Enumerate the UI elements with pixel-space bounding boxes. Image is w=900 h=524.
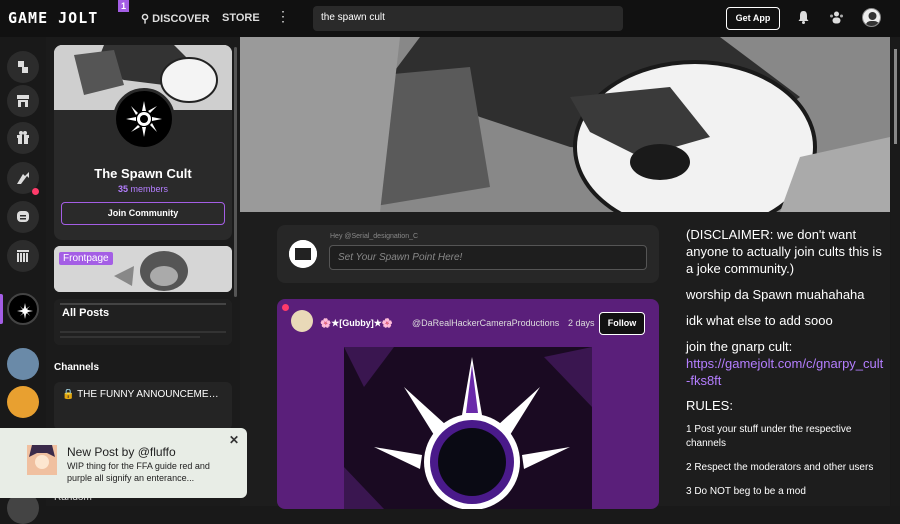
get-app-button[interactable]: Get App bbox=[726, 7, 780, 30]
top-bar: GAME JOLT 1 ⚲ DISCOVER STORE ⋮ the spawn… bbox=[0, 0, 900, 37]
channel-all-posts[interactable]: All Posts bbox=[54, 299, 232, 345]
join-community-button[interactable]: Join Community bbox=[61, 202, 225, 225]
channel-frontpage[interactable]: Frontpage bbox=[54, 246, 232, 292]
post-header: 🌸★[Gubby]★🌸 @DaRealHackerCameraProductio… bbox=[277, 299, 659, 345]
side-panel-scrollbar[interactable] bbox=[234, 47, 237, 297]
post-author-name[interactable]: 🌸★[Gubby]★🌸 bbox=[320, 318, 393, 329]
game-jolt-logo[interactable]: GAME JOLT bbox=[8, 9, 98, 27]
funny-announcements-label: 🔒 THE FUNNY ANNOUNCEMEN… bbox=[62, 389, 224, 400]
about-disclaimer: (DISCLAIMER: we don't want anyone to act… bbox=[686, 227, 882, 276]
community-banner bbox=[240, 37, 890, 212]
main-scrollbar-thumb[interactable] bbox=[894, 49, 897, 144]
chat-icon bbox=[17, 211, 29, 222]
rule-2: 2 Respect the moderators and other users bbox=[686, 462, 874, 473]
rail-community-2[interactable] bbox=[7, 348, 39, 380]
post-unread-dot bbox=[282, 304, 289, 311]
compose-box: Hey @Serial_designation_C Set Your Spawn… bbox=[277, 225, 659, 283]
user-avatar[interactable] bbox=[862, 8, 881, 27]
search-input[interactable]: the spawn cult bbox=[313, 6, 623, 31]
channels-heading: Channels bbox=[54, 362, 100, 373]
toast-avatar bbox=[27, 445, 57, 475]
quests-notification-dot bbox=[32, 188, 39, 195]
about-rules-heading: RULES: bbox=[686, 398, 733, 413]
community-description: (DISCLAIMER: we don't want anyone to act… bbox=[686, 226, 886, 509]
post-author-handle[interactable]: @DaRealHackerCameraProductions bbox=[412, 318, 559, 328]
bell-icon[interactable] bbox=[798, 11, 809, 24]
compose-user-avatar bbox=[289, 240, 317, 268]
about-worship: worship da Spawn muahahaha bbox=[686, 287, 865, 302]
spawn-star-icon bbox=[17, 303, 33, 319]
follow-button[interactable]: Follow bbox=[599, 312, 645, 335]
discover-link[interactable]: ⚲ DISCOVER bbox=[141, 12, 210, 25]
post-image[interactable] bbox=[344, 347, 592, 509]
store-icon bbox=[17, 95, 29, 107]
community-card: The Spawn Cult 35 members Join Community bbox=[54, 45, 232, 240]
new-post-toast[interactable]: New Post by @fluffo WIP thing for the FF… bbox=[0, 428, 247, 498]
rail-chat-button[interactable] bbox=[7, 201, 39, 233]
toast-body: WIP thing for the FFA guide red and purp… bbox=[67, 461, 210, 483]
all-posts-thumbnail bbox=[54, 299, 232, 345]
rail-library-button[interactable] bbox=[7, 240, 39, 272]
rail-home-button[interactable] bbox=[7, 51, 39, 83]
community-icon bbox=[113, 88, 175, 150]
community-name: The Spawn Cult bbox=[94, 166, 192, 181]
toast-title: New Post by @fluffo bbox=[67, 445, 176, 459]
quests-icon bbox=[17, 172, 29, 184]
post-timestamp: 2 days bbox=[568, 318, 595, 328]
rail-community-3[interactable] bbox=[7, 386, 39, 418]
logo-badge: 1 bbox=[118, 0, 129, 12]
friends-icon[interactable] bbox=[829, 11, 844, 24]
post-author-avatar[interactable] bbox=[291, 310, 313, 332]
about-gnarp: join the gnarp cult: https://gamejolt.com… bbox=[686, 339, 884, 388]
all-posts-label: All Posts bbox=[62, 307, 110, 319]
frontpage-label: Frontpage bbox=[59, 252, 113, 265]
home-icon bbox=[18, 61, 28, 73]
rule-3: 3 Do NOT beg to be a mod bbox=[686, 486, 806, 497]
gift-icon bbox=[17, 131, 29, 144]
store-link[interactable]: STORE bbox=[222, 12, 260, 24]
library-icon bbox=[17, 250, 29, 262]
rule-1: 1 Post your stuff under the respective c… bbox=[686, 424, 852, 449]
rail-store-button[interactable] bbox=[7, 85, 39, 117]
compose-greeting: Hey @Serial_designation_C bbox=[330, 233, 419, 240]
channel-funny-announcements[interactable]: 🔒 THE FUNNY ANNOUNCEMEN… bbox=[54, 382, 232, 430]
close-icon[interactable]: ✕ bbox=[229, 433, 239, 447]
about-idk: idk what else to add sooo bbox=[686, 313, 833, 328]
main-scrollbar[interactable] bbox=[891, 37, 900, 506]
rail-gift-button[interactable] bbox=[7, 122, 39, 154]
rail-spawn-cult-community[interactable] bbox=[7, 293, 39, 325]
community-member-count: 35 members bbox=[117, 184, 169, 194]
more-menu-icon[interactable]: ⋮ bbox=[276, 8, 290, 25]
gnarp-cult-link[interactable]: https://gamejolt.com/c/gnarpy_cult-fks8f… bbox=[686, 356, 883, 388]
active-community-indicator bbox=[0, 294, 3, 324]
feed-post[interactable]: 🌸★[Gubby]★🌸 @DaRealHackerCameraProductio… bbox=[277, 299, 659, 509]
compose-input[interactable]: Set Your Spawn Point Here! bbox=[329, 245, 647, 270]
